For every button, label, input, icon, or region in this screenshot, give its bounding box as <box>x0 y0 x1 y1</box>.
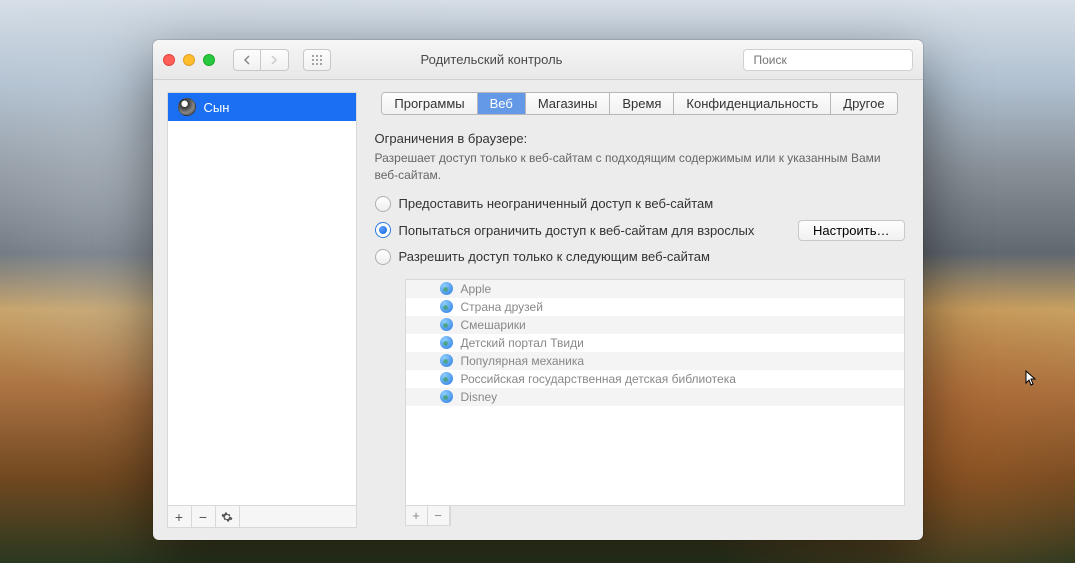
globe-icon <box>440 318 453 331</box>
window-controls <box>163 54 215 66</box>
add-site-button[interactable]: + <box>406 506 428 525</box>
site-name: Страна друзей <box>461 300 543 314</box>
close-icon[interactable] <box>163 54 175 66</box>
radio-icon[interactable] <box>375 222 391 238</box>
tab-privacy[interactable]: Конфиденциальность <box>674 93 831 114</box>
user-item-selected[interactable]: Сын <box>168 93 356 121</box>
content-pane: Программы Веб Магазины Время Конфиденциа… <box>357 80 923 540</box>
radio-icon[interactable] <box>375 196 391 212</box>
radio-label: Предоставить неограниченный доступ к веб… <box>399 196 714 211</box>
remove-user-button[interactable]: − <box>192 506 216 527</box>
radio-label: Разрешить доступ только к следующим веб-… <box>399 249 710 264</box>
search-field[interactable] <box>743 49 913 71</box>
gear-icon <box>221 511 233 523</box>
tab-bar: Программы Веб Магазины Время Конфиденциа… <box>381 92 897 115</box>
radio-label: Попытаться ограничить доступ к веб-сайта… <box>399 223 755 238</box>
site-name: Disney <box>461 390 498 404</box>
site-row[interactable]: Disney <box>406 388 904 406</box>
avatar-icon <box>178 98 196 116</box>
site-name: Apple <box>461 282 492 296</box>
site-row[interactable]: Детский портал Твиди <box>406 334 904 352</box>
globe-icon <box>440 300 453 313</box>
globe-icon <box>440 282 453 295</box>
allowed-sites-group: Apple Страна друзей Смешарики Детский по… <box>405 279 905 526</box>
globe-icon <box>440 372 453 385</box>
user-settings-button[interactable] <box>216 506 240 527</box>
globe-icon <box>440 336 453 349</box>
minimize-icon[interactable] <box>183 54 195 66</box>
site-row[interactable]: Apple <box>406 280 904 298</box>
tab-stores[interactable]: Магазины <box>526 93 611 114</box>
titlebar: Родительский контроль <box>153 40 923 80</box>
sidebar-footer: + − <box>168 505 356 527</box>
search-input[interactable] <box>754 53 909 67</box>
site-name: Популярная механика <box>461 354 585 368</box>
site-row[interactable]: Популярная механика <box>406 352 904 370</box>
radio-unrestricted[interactable]: Предоставить неограниченный доступ к веб… <box>375 196 905 212</box>
site-name: Детский портал Твиди <box>461 336 584 350</box>
site-row[interactable]: Смешарики <box>406 316 904 334</box>
radio-allow-list[interactable]: Разрешить доступ только к следующим веб-… <box>375 249 905 265</box>
configure-button[interactable]: Настроить… <box>798 220 905 241</box>
window-title: Родительский контроль <box>249 52 735 67</box>
help-text: Разрешает доступ только к веб-сайтам с п… <box>375 150 905 184</box>
user-name: Сын <box>204 100 230 115</box>
tab-time[interactable]: Время <box>610 93 674 114</box>
globe-icon <box>440 390 453 403</box>
window-parental-controls: Родительский контроль Сын + − <box>153 40 923 540</box>
radio-limit-adult[interactable]: Попытаться ограничить доступ к веб-сайта… <box>375 220 905 241</box>
section-title: Ограничения в браузере: <box>375 131 905 146</box>
site-list-footer: + − <box>405 506 451 526</box>
site-name: Российская государственная детская библи… <box>461 372 736 386</box>
remove-site-button[interactable]: − <box>428 506 450 525</box>
globe-icon <box>440 354 453 367</box>
tab-programs[interactable]: Программы <box>382 93 477 114</box>
allowed-sites-list[interactable]: Apple Страна друзей Смешарики Детский по… <box>405 279 905 506</box>
site-name: Смешарики <box>461 318 526 332</box>
user-sidebar: Сын + − <box>167 92 357 528</box>
site-row[interactable]: Российская государственная детская библи… <box>406 370 904 388</box>
tab-other[interactable]: Другое <box>831 93 896 114</box>
zoom-icon[interactable] <box>203 54 215 66</box>
add-user-button[interactable]: + <box>168 506 192 527</box>
tab-web[interactable]: Веб <box>478 93 526 114</box>
user-list: Сын <box>168 93 356 505</box>
radio-icon[interactable] <box>375 249 391 265</box>
site-row[interactable]: Страна друзей <box>406 298 904 316</box>
